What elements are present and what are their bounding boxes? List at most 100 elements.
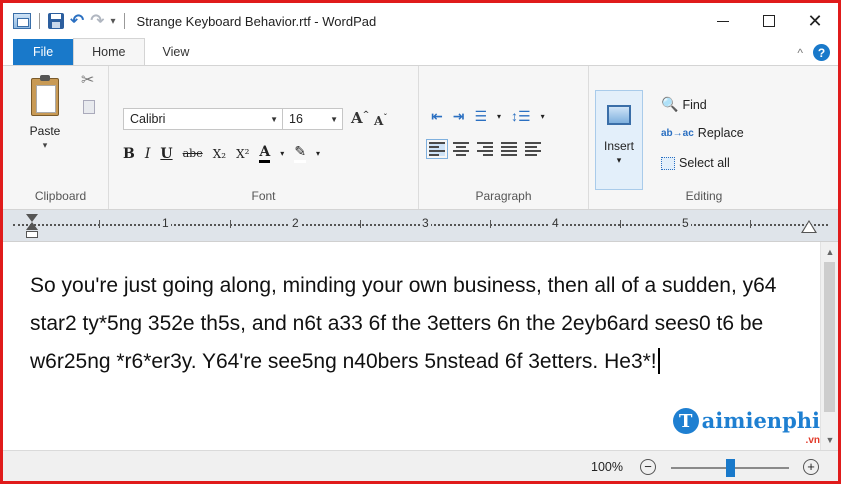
tab-file[interactable]: File: [13, 39, 74, 65]
document-area[interactable]: So you're just going along, minding your…: [3, 242, 826, 450]
paste-button[interactable]: Paste ▾: [23, 74, 67, 160]
close-button[interactable]: ✕: [792, 3, 838, 39]
italic-icon[interactable]: I: [145, 146, 151, 162]
grow-font-icon[interactable]: A^: [351, 109, 369, 127]
vertical-scrollbar[interactable]: ▲ ▼: [820, 242, 838, 450]
chevron-down-icon[interactable]: ▾: [497, 112, 501, 121]
bold-icon[interactable]: B: [123, 146, 135, 162]
ruler-tick: [360, 220, 361, 228]
minimize-button[interactable]: [700, 3, 746, 39]
clipboard-icon: [31, 75, 59, 116]
line-spacing-icon[interactable]: ↕☰: [511, 108, 531, 125]
text-color-icon[interactable]: A: [259, 144, 271, 163]
binoculars-icon: 🔍: [661, 96, 679, 112]
insert-button[interactable]: Insert ▾: [595, 90, 643, 190]
paragraph-group: ⇤ ⇥ ☰ ▾ ↕☰ ▾ Paragraph: [419, 66, 589, 209]
redo-icon[interactable]: ↷: [90, 12, 104, 29]
tab-view[interactable]: View: [145, 39, 208, 65]
copy-icon[interactable]: [83, 100, 95, 114]
subscript-icon[interactable]: X₂: [213, 147, 226, 161]
chevron-down-icon: ▼: [270, 114, 278, 124]
font-family-value: Calibri: [130, 112, 166, 126]
zoom-out-button[interactable]: −: [640, 459, 656, 475]
status-bar: 100% − +: [3, 450, 838, 481]
underline-icon[interactable]: U: [160, 146, 172, 162]
collapse-ribbon-icon[interactable]: ^: [797, 46, 803, 60]
title-bar: ↶ ↷ ▾ Strange Keyboard Behavior.rtf - Wo…: [3, 3, 838, 39]
watermark-logo: T aimienphi .vn: [672, 408, 820, 446]
replace-button[interactable]: ab→ac Replace: [661, 126, 744, 140]
chevron-down-icon[interactable]: ▾: [316, 149, 320, 158]
maximize-button[interactable]: [746, 3, 792, 39]
replace-icon: ab→ac: [661, 127, 694, 139]
wordpad-app-icon[interactable]: [13, 13, 31, 29]
justify-icon[interactable]: [501, 142, 517, 156]
left-indent-marker[interactable]: [25, 214, 39, 240]
scroll-thumb[interactable]: [824, 262, 835, 412]
increase-indent-icon[interactable]: ⇥: [453, 108, 465, 125]
right-indent-icon: [803, 222, 815, 232]
first-line-indent-icon: [26, 214, 38, 222]
cut-icon[interactable]: ✂: [81, 70, 94, 90]
ruler-number: 3: [420, 216, 431, 230]
ruler-number: 4: [550, 216, 561, 230]
find-button[interactable]: 🔍 Find: [661, 96, 707, 113]
watermark-text: aimienphi: [701, 408, 820, 433]
font-size-select[interactable]: 16 ▼: [283, 108, 343, 130]
document-text[interactable]: So you're just going along, minding your…: [30, 267, 810, 381]
help-icon[interactable]: ?: [813, 44, 830, 61]
group-label: Clipboard: [34, 189, 87, 203]
group-label: Paragraph: [475, 189, 532, 203]
chevron-down-icon[interactable]: ▾: [280, 149, 284, 158]
close-icon: ✕: [807, 10, 823, 31]
ruler-tick: [620, 220, 621, 228]
editing-group: 🔍 Find ab→ac Replace Select all Editing: [649, 66, 759, 209]
zoom-slider-thumb[interactable]: [725, 459, 735, 477]
save-icon[interactable]: [48, 13, 64, 29]
clipboard-group: Paste ▾ ✂ Clipboard: [13, 66, 109, 209]
ruler[interactable]: 1 2 3 4 5: [3, 210, 838, 242]
chevron-down-icon: ▾: [42, 140, 48, 150]
ruler-tick: [750, 220, 751, 228]
group-label: Editing: [685, 189, 723, 203]
paste-label: Paste: [29, 124, 61, 138]
quick-access-toolbar: ↶ ↷ ▾ Strange Keyboard Behavior.rtf - Wo…: [3, 3, 376, 39]
superscript-icon[interactable]: X²: [236, 147, 249, 161]
align-right-icon[interactable]: [477, 142, 493, 156]
font-format-row: B I U abe X₂ X² A ▾ ✎ ▾: [123, 144, 320, 163]
font-family-select[interactable]: Calibri ▼: [123, 108, 283, 130]
document-body: So you're just going along, minding your…: [30, 274, 777, 373]
paragraph-row-2: [426, 139, 541, 159]
zoom-level: 100%: [591, 460, 623, 474]
scroll-down-icon[interactable]: ▼: [821, 432, 838, 448]
select-all-button[interactable]: Select all: [661, 156, 730, 170]
scroll-up-icon[interactable]: ▲: [821, 244, 838, 260]
shrink-font-icon[interactable]: Aˇ: [374, 112, 387, 128]
bullet-list-icon[interactable]: ☰: [474, 108, 487, 125]
strikethrough-icon[interactable]: abe: [183, 147, 203, 160]
select-all-icon: [661, 156, 675, 170]
picture-icon: [607, 105, 631, 125]
decrease-indent-icon[interactable]: ⇤: [431, 108, 443, 125]
align-center-icon[interactable]: [453, 142, 469, 156]
paragraph-row-1: ⇤ ⇥ ☰ ▾ ↕☰ ▾: [431, 108, 545, 125]
undo-icon[interactable]: ↶: [70, 12, 84, 29]
tab-home[interactable]: Home: [73, 38, 145, 65]
paragraph-settings-icon[interactable]: [525, 142, 541, 156]
ribbon-tabs: File Home View ^ ?: [3, 38, 838, 65]
hanging-indent-icon: [26, 222, 38, 230]
find-label: Find: [682, 97, 707, 112]
font-group: Calibri ▼ 16 ▼ A^ Aˇ B I U abe X₂ X² A ▾…: [109, 66, 419, 209]
maximize-icon: [763, 15, 775, 27]
ribbon-controls: ^ ?: [797, 44, 830, 61]
toolbar-separator: [39, 13, 40, 29]
zoom-in-button[interactable]: +: [803, 459, 819, 475]
align-left-icon[interactable]: [426, 139, 448, 159]
group-label: Font: [251, 189, 276, 203]
wordpad-window: ↶ ↷ ▾ Strange Keyboard Behavior.rtf - Wo…: [0, 0, 841, 484]
customize-dropdown-icon[interactable]: ▾: [111, 16, 116, 27]
ruler-tick: [490, 220, 491, 228]
highlight-icon[interactable]: ✎: [294, 144, 307, 163]
window-title: Strange Keyboard Behavior.rtf - WordPad: [136, 13, 377, 29]
chevron-down-icon[interactable]: ▾: [541, 112, 545, 121]
